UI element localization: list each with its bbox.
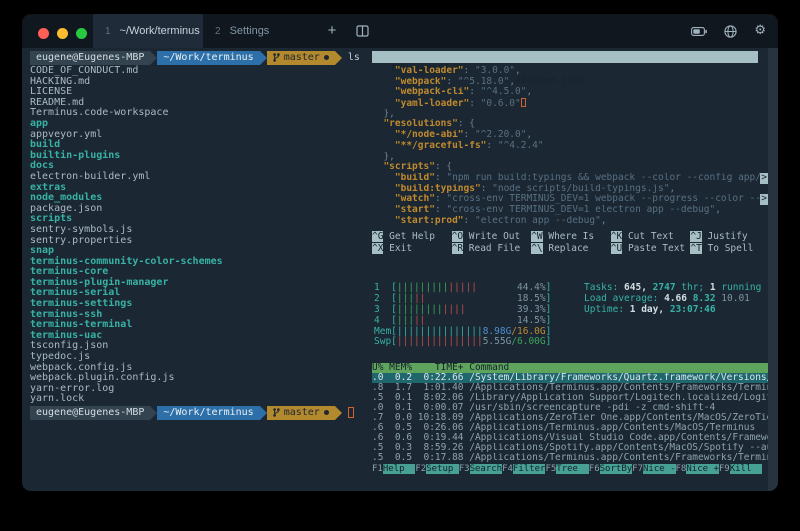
process-row: .5 0.1 8:02.06 /Library/Application Supp… bbox=[372, 393, 770, 403]
git-dirty-dot bbox=[324, 410, 329, 415]
swap-meter: Swp[|||||||||||||||5.55G/6.00G] bbox=[374, 337, 551, 348]
htop-pane: 1 [|||||||||||||| 44.4%]2 [||||| 18.5%]3… bbox=[372, 283, 770, 491]
line-overflow-marker: > bbox=[760, 194, 768, 205]
tab-settings[interactable]: 2 Settings bbox=[203, 14, 313, 48]
nano-code-line: "val-loader": "3.0.0", bbox=[372, 66, 770, 77]
typed-command: ls bbox=[348, 52, 360, 63]
prompt-path-segment: ~/Work/terminus bbox=[157, 406, 259, 420]
prompt-line: eugene@Eugenes-MBP ~/Work/terminus maste… bbox=[30, 50, 368, 65]
prompt-git-segment: master bbox=[267, 51, 335, 65]
nano-code-line: "start:prod": "electron app --debug", bbox=[372, 216, 770, 227]
git-branch-icon bbox=[273, 53, 280, 62]
terminal-cursor bbox=[348, 407, 354, 418]
nano-shortcut: ^R Read File bbox=[452, 243, 532, 255]
process-row: .8 1.7 1:01.40 /Applications/Terminus.ap… bbox=[372, 383, 770, 393]
tab-index: 1 bbox=[105, 26, 111, 37]
file-name: CODE_OF_CONDUCT.md bbox=[30, 66, 368, 77]
terminal-pane-left[interactable]: eugene@Eugenes-MBP ~/Work/terminus maste… bbox=[30, 50, 368, 491]
nano-code-line: "scripts": { bbox=[372, 162, 770, 173]
process-row-selected: .0 0.2 0:22.66 /System/Library/Framework… bbox=[372, 373, 770, 383]
traffic-lights bbox=[38, 28, 87, 39]
file-name: yarn.lock bbox=[30, 394, 368, 405]
scrollbar[interactable] bbox=[768, 48, 778, 491]
file-name: package.json bbox=[30, 204, 368, 215]
git-branch-icon bbox=[273, 408, 280, 417]
nano-shortcut: ^O Write Out bbox=[452, 231, 532, 243]
file-name: Terminus.code-workspace bbox=[30, 108, 368, 119]
terminal-pane-right[interactable]: GNU nano 4.5 package.json "val-loader": … bbox=[372, 50, 770, 491]
gear-icon[interactable]: ⚙ bbox=[754, 24, 766, 38]
nano-code-line: }, bbox=[372, 109, 770, 120]
minimize-button[interactable] bbox=[57, 28, 68, 39]
nano-code-line: "yaml-loader": "0.6.0" bbox=[372, 98, 770, 109]
git-dirty-dot bbox=[324, 55, 329, 60]
htop-meters: 1 [|||||||||||||| 44.4%]2 [||||| 18.5%]3… bbox=[374, 283, 551, 348]
new-tab-button[interactable]: + bbox=[322, 22, 342, 40]
split-pane-icon[interactable] bbox=[352, 24, 372, 42]
nano-shortcut: ^T To Spell bbox=[690, 243, 770, 255]
process-table-header: U% MEM% TIME+ Command bbox=[372, 363, 770, 373]
htop-info-line: Uptime: 1 day, 23:07:46 bbox=[584, 305, 761, 316]
nano-shortcut: ^W Where Is bbox=[531, 231, 611, 243]
file-name: sentry-symbols.js bbox=[30, 225, 368, 236]
ls-output: CODE_OF_CONDUCT.mdHACKING.mdLICENSEREADM… bbox=[30, 66, 368, 405]
nano-code-line: "resolutions": { bbox=[372, 119, 770, 130]
process-row: .6 0.6 0:19.44 /Applications/Visual Stud… bbox=[372, 433, 770, 443]
nano-shortcut: ^K Cut Text bbox=[611, 231, 691, 243]
close-button[interactable] bbox=[38, 28, 49, 39]
nano-code-line: "**/graceful-fs": "^4.2.4" bbox=[372, 141, 770, 152]
htop-function-key-bar: F1Help F2Setup F3SearchF4FilterF5Tree F6… bbox=[372, 464, 770, 475]
tab-title: Settings bbox=[230, 25, 270, 37]
file-name: HACKING.md bbox=[30, 77, 368, 88]
nano-code-line: "watch": "cross-env TERMINUS_DEV=1 webpa… bbox=[372, 194, 770, 205]
process-row: .5 0.3 8:59.26 /Applications/Spotify.app… bbox=[372, 443, 770, 453]
tab-bar: 1 ~/Work/terminus 2 Settings + ⚙ bbox=[22, 14, 778, 48]
battery-icon bbox=[691, 27, 707, 36]
nano-code-line: "start": "cross-env TERMINUS_DEV=1 elect… bbox=[372, 205, 770, 216]
nano-cursor bbox=[521, 98, 526, 107]
line-overflow-marker: > bbox=[760, 173, 768, 184]
nano-title-bar: GNU nano 4.5 package.json bbox=[372, 51, 758, 63]
htop-info-column: Tasks: 645, 2747 thr; 1 runningLoad aver… bbox=[584, 283, 761, 316]
nano-code-line: }, bbox=[372, 152, 770, 163]
process-row: .7 0.0 10:18.09 /Applications/ZeroTier O… bbox=[372, 413, 770, 423]
prompt-user-segment: eugene@Eugenes-MBP bbox=[30, 406, 150, 420]
process-row: .0 0.1 0:00.07 /usr/sbin/screencapture -… bbox=[372, 403, 770, 413]
desktop-background: 1 ~/Work/terminus 2 Settings + ⚙ bbox=[0, 0, 800, 531]
nano-shortcut: ^\ Replace bbox=[531, 243, 611, 255]
htop-process-table: U% MEM% TIME+ Command.0 0.2 0:22.66 /Sys… bbox=[372, 363, 770, 463]
directory-name: app bbox=[30, 119, 368, 130]
tab-work-terminus[interactable]: 1 ~/Work/terminus bbox=[93, 14, 203, 48]
nano-code-line: "webpack-cli": "^4.5.0", bbox=[372, 87, 770, 98]
process-row: .6 0.5 0:26.06 /Applications/Terminus.ap… bbox=[372, 423, 770, 433]
terminus-window: 1 ~/Work/terminus 2 Settings + ⚙ bbox=[22, 14, 778, 491]
file-name: sentry.properties bbox=[30, 236, 368, 247]
nano-shortcut-bar: ^G Get Help^O Write Out^W Where Is^K Cut… bbox=[372, 231, 770, 254]
nano-code-line: "build": "npm run build:typings && webpa… bbox=[372, 173, 770, 184]
nano-shortcut: ^G Get Help bbox=[372, 231, 452, 243]
process-row: .5 0.5 0:17.88 /Applications/Terminus.ap… bbox=[372, 453, 770, 463]
file-name: appveyor.yml bbox=[30, 130, 368, 141]
nano-shortcut: ^U Paste Text bbox=[611, 243, 691, 255]
nano-editor-content: "val-loader": "3.0.0", "webpack": "^5.18… bbox=[372, 66, 770, 226]
prompt-user-segment: eugene@Eugenes-MBP bbox=[30, 51, 150, 65]
nano-code-line: "*/node-abi": "^2.20.0", bbox=[372, 130, 770, 141]
prompt-path-segment: ~/Work/terminus bbox=[157, 51, 259, 65]
nano-shortcut: ^J Justify bbox=[690, 231, 770, 243]
tab-index: 2 bbox=[215, 26, 221, 37]
maximize-button[interactable] bbox=[76, 28, 87, 39]
terminal-content: eugene@Eugenes-MBP ~/Work/terminus maste… bbox=[22, 48, 778, 491]
nano-code-line: "build:typings": "node scripts/build-typ… bbox=[372, 184, 770, 195]
globe-icon[interactable] bbox=[724, 25, 737, 38]
prompt-git-segment: master bbox=[267, 406, 335, 420]
tab-title: ~/Work/terminus bbox=[120, 25, 200, 37]
prompt-line: eugene@Eugenes-MBP ~/Work/terminus maste… bbox=[30, 405, 368, 420]
nano-shortcut: ^X Exit bbox=[372, 243, 452, 255]
nano-code-line: "webpack": "^5.18.0", bbox=[372, 77, 770, 88]
directory-name: builtin-plugins bbox=[30, 151, 368, 162]
file-name: electron-builder.yml bbox=[30, 172, 368, 183]
